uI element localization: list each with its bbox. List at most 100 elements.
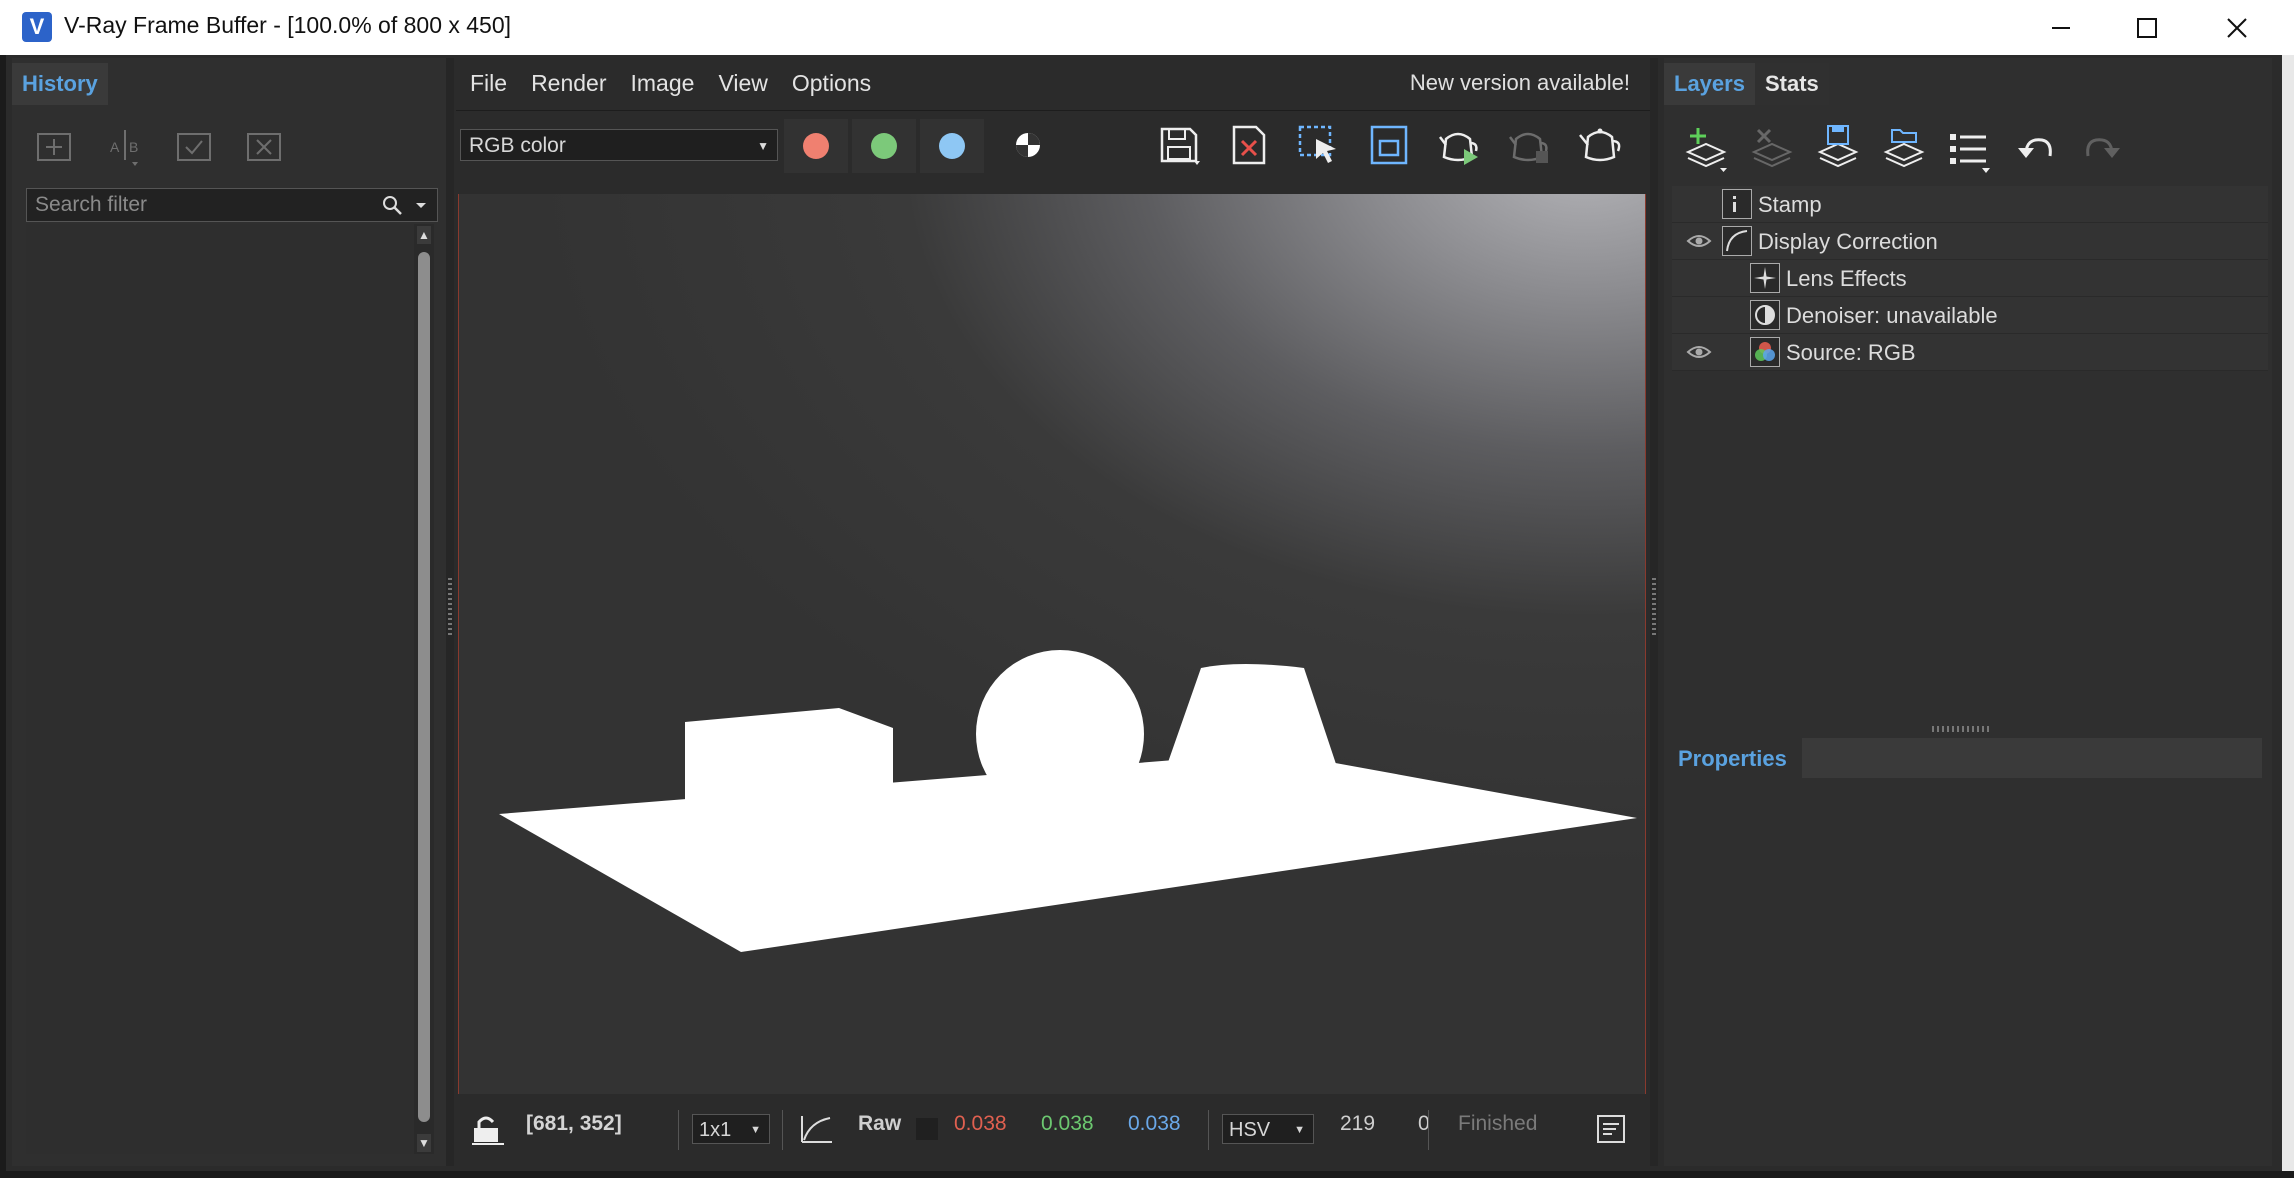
layer-row-denoiser[interactable]: Denoiser: unavailable: [1672, 297, 2268, 334]
layer-presets-icon[interactable]: [1946, 124, 1994, 174]
curve-icon: [1722, 226, 1752, 256]
separator: [782, 1110, 783, 1150]
clear-image-button[interactable]: [1226, 123, 1274, 167]
close-button[interactable]: [2192, 0, 2282, 55]
layer-row-stamp[interactable]: Stamp: [1672, 186, 2268, 223]
history-panel: History A B ▲ ▼: [12, 58, 446, 1166]
channel-select[interactable]: RGB color ▼: [460, 129, 778, 161]
green-channel-button[interactable]: [852, 119, 916, 173]
title-bar: V V-Ray Frame Buffer - [100.0% of 800 x …: [0, 0, 2294, 55]
channel-select-value: RGB color: [469, 134, 566, 157]
layer-label: Lens Effects: [1786, 266, 1907, 291]
svg-text:B: B: [129, 139, 138, 155]
render-log-icon[interactable]: [1596, 1114, 1626, 1144]
separator: [678, 1110, 679, 1150]
raw-mode-label: Raw: [858, 1112, 902, 1135]
layer-row-lens-effects[interactable]: Lens Effects: [1672, 260, 2268, 297]
pixel-color-swatch: [916, 1118, 938, 1140]
tab-history[interactable]: History: [12, 63, 108, 105]
red-channel-button[interactable]: [784, 119, 848, 173]
menu-render[interactable]: Render: [531, 70, 606, 97]
menu-file[interactable]: File: [470, 70, 507, 97]
pixel-blue-value: 0.038: [1128, 1112, 1181, 1135]
eye-icon[interactable]: [1686, 342, 1712, 362]
delete-layer-icon[interactable]: [1748, 124, 1796, 174]
rendered-scene: [499, 650, 1637, 952]
save-layers-icon[interactable]: [1814, 124, 1862, 174]
layers-toolbar: [1682, 124, 2126, 174]
region-render-button[interactable]: [1296, 123, 1344, 167]
chevron-down-icon[interactable]: [413, 197, 429, 213]
load-history-icon[interactable]: [174, 126, 216, 168]
layers-properties-splitter[interactable]: [1672, 726, 2268, 732]
teapot-play-icon: [1439, 132, 1478, 165]
render-area: File Render Image View Options New versi…: [456, 58, 1650, 1166]
blue-channel-button[interactable]: [920, 119, 984, 173]
properties-title-bar: [1802, 738, 2262, 778]
window-title: V-Ray Frame Buffer - [100.0% of 800 x 45…: [64, 12, 512, 38]
save-image-button[interactable]: [1156, 123, 1204, 167]
pixel-lock-icon[interactable]: [470, 1112, 506, 1146]
interactive-render-button[interactable]: [1436, 123, 1484, 167]
left-splitter[interactable]: [446, 58, 454, 1166]
redo-icon[interactable]: [2078, 124, 2126, 174]
minimize-button[interactable]: [2016, 0, 2106, 55]
alpha-channel-button[interactable]: [1004, 123, 1040, 167]
compare-ab-icon[interactable]: A B: [104, 126, 146, 168]
status-bar: [681, 352] 1x1 ▼ Raw 0.038 0.038 0.038 H…: [456, 1098, 1650, 1160]
right-splitter[interactable]: [1650, 58, 1658, 1166]
rgb-source-icon: [1750, 337, 1780, 367]
color-space-select[interactable]: HSV ▼: [1222, 1114, 1314, 1144]
layers-tree: Stamp Display Correction Lens Effects De…: [1672, 186, 2268, 371]
color-correction-curve-icon[interactable]: [796, 1112, 836, 1146]
search-filter-box: [26, 188, 438, 222]
menu-image[interactable]: Image: [631, 70, 695, 97]
sample-size-select[interactable]: 1x1 ▼: [692, 1114, 770, 1144]
tab-layers[interactable]: Layers: [1664, 63, 1755, 105]
layers-panel: Layers Stats Stamp Display Correction Le…: [1664, 58, 2272, 1166]
search-input[interactable]: [27, 192, 381, 218]
history-list[interactable]: [26, 224, 422, 1154]
region-button[interactable]: [1366, 123, 1414, 167]
teapot-icon: [1579, 128, 1621, 162]
stop-render-button[interactable]: [1506, 123, 1554, 167]
scroll-up-icon[interactable]: ▲: [417, 226, 431, 244]
close-icon: [2227, 17, 2247, 38]
menu-view[interactable]: View: [718, 70, 767, 97]
blue-channel-icon: [939, 133, 965, 159]
separator: [1428, 1110, 1429, 1150]
menu-options[interactable]: Options: [792, 70, 871, 97]
search-icon[interactable]: [381, 194, 403, 216]
scroll-down-icon[interactable]: ▼: [417, 1134, 431, 1152]
add-history-icon[interactable]: [34, 126, 76, 168]
render-viewport[interactable]: [458, 194, 1646, 1094]
layer-label: Denoiser: unavailable: [1786, 303, 1998, 328]
layers-tabs: Layers Stats: [1664, 63, 1829, 105]
layer-label: Display Correction: [1758, 229, 1938, 254]
tab-stats[interactable]: Stats: [1754, 63, 1829, 105]
history-scrollbar[interactable]: ▲ ▼: [414, 224, 434, 1154]
sample-size-value: 1x1: [699, 1119, 732, 1141]
layer-label: Stamp: [1758, 192, 1822, 217]
undo-icon[interactable]: [2012, 124, 2060, 174]
maximize-button[interactable]: [2102, 0, 2192, 55]
window-edge: [2282, 55, 2294, 1171]
chevron-down-icon: ▼: [757, 139, 769, 153]
load-layers-icon[interactable]: [1880, 124, 1928, 174]
pixel-coords: [681, 352]: [526, 1112, 622, 1135]
clear-image-icon: [1232, 125, 1266, 165]
layer-row-display-correction[interactable]: Display Correction: [1672, 223, 2268, 260]
history-tabs: History: [12, 63, 108, 105]
green-channel-icon: [871, 133, 897, 159]
properties-header: Properties: [1672, 738, 2268, 778]
maximize-icon: [2137, 17, 2157, 38]
remove-history-icon[interactable]: [244, 126, 286, 168]
new-version-link[interactable]: New version available!: [1410, 70, 1630, 96]
render-button[interactable]: [1576, 123, 1624, 167]
vray-logo-icon: V: [22, 12, 52, 42]
layer-row-source-rgb[interactable]: Source: RGB: [1672, 334, 2268, 371]
scroll-thumb[interactable]: [418, 252, 430, 1122]
denoiser-icon: [1750, 300, 1780, 330]
add-layer-icon[interactable]: [1682, 124, 1730, 174]
eye-icon[interactable]: [1686, 231, 1712, 251]
